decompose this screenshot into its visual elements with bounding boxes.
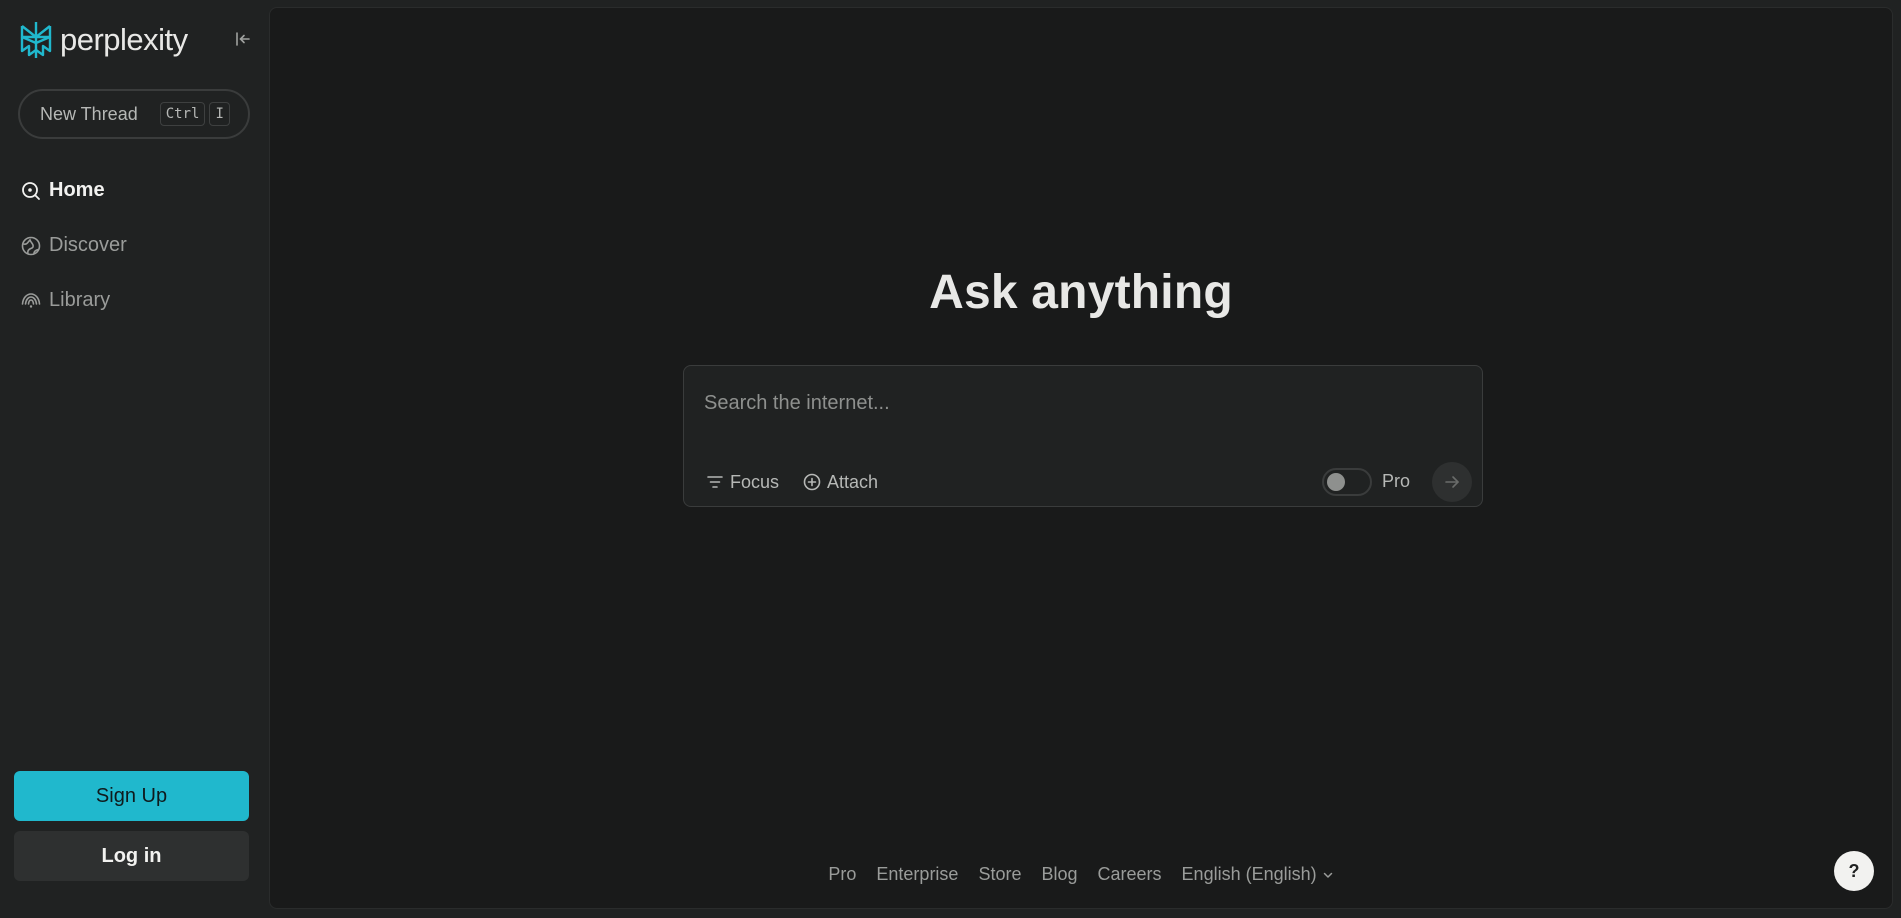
sidebar-item-discover[interactable]: Discover xyxy=(20,218,250,273)
help-button[interactable]: ? xyxy=(1834,851,1874,891)
sign-up-label: Sign Up xyxy=(95,784,168,807)
help-icon: ? xyxy=(1848,860,1860,881)
logo-text: perplexity xyxy=(60,22,188,57)
page-title: Ask anything xyxy=(929,266,1233,319)
home-search-icon xyxy=(20,180,42,202)
collapse-sidebar-button[interactable] xyxy=(232,28,254,50)
language-selector[interactable]: English (English) xyxy=(1182,864,1334,885)
new-thread-button[interactable]: New Thread Ctrl I xyxy=(18,89,250,139)
toggle-knob xyxy=(1327,473,1345,491)
new-thread-label: New Thread xyxy=(40,103,138,124)
footer-link-careers[interactable]: Careers xyxy=(1098,864,1162,885)
sidebar-item-label: Home xyxy=(49,179,105,201)
sidebar-nav: Home Discover Library xyxy=(20,163,250,328)
filter-icon xyxy=(707,476,723,488)
log-in-label: Log in xyxy=(101,844,162,867)
footer-link-store[interactable]: Store xyxy=(978,864,1021,885)
sidebar-item-label: Library xyxy=(49,289,111,311)
attach-button[interactable]: Attach xyxy=(803,469,878,495)
perplexity-logo-icon xyxy=(20,22,52,58)
shortcut-key-i: I xyxy=(209,102,230,126)
footer: Pro Enterprise Store Blog Careers Englis… xyxy=(270,864,1892,885)
sidebar-item-library[interactable]: Library xyxy=(20,273,250,328)
language-label: English (English) xyxy=(1181,864,1317,884)
search-input[interactable] xyxy=(704,388,1444,418)
globe-icon xyxy=(20,235,42,257)
search-box: Focus Attach Pro xyxy=(683,365,1483,507)
library-icon xyxy=(20,290,42,312)
shortcut-key-ctrl: Ctrl xyxy=(159,102,206,126)
arrow-right-icon xyxy=(1445,476,1459,488)
app-root: perplexity New Thread Ctrl I Home Discov… xyxy=(0,0,1901,918)
submit-button[interactable] xyxy=(1432,462,1472,502)
chevron-down-icon xyxy=(1323,872,1332,878)
logo[interactable]: perplexity xyxy=(18,19,188,61)
footer-link-pro[interactable]: Pro xyxy=(828,864,856,885)
collapse-sidebar-icon xyxy=(236,32,250,46)
footer-link-blog[interactable]: Blog xyxy=(1041,864,1077,885)
focus-button[interactable]: Focus xyxy=(706,469,779,495)
log-in-button[interactable]: Log in xyxy=(14,831,249,881)
focus-label: Focus xyxy=(730,471,780,492)
sidebar-item-label: Discover xyxy=(49,234,127,256)
sidebar: perplexity New Thread Ctrl I Home Discov… xyxy=(0,0,268,918)
pro-label: Pro xyxy=(1382,471,1411,491)
attach-label: Attach xyxy=(827,471,879,492)
plus-circle-icon xyxy=(803,473,821,491)
footer-link-enterprise[interactable]: Enterprise xyxy=(876,864,958,885)
pro-toggle[interactable] xyxy=(1322,468,1372,496)
main-panel: Ask anything Focus Attach xyxy=(269,7,1893,909)
sidebar-item-home[interactable]: Home xyxy=(20,163,250,218)
sign-up-button[interactable]: Sign Up xyxy=(14,771,249,821)
